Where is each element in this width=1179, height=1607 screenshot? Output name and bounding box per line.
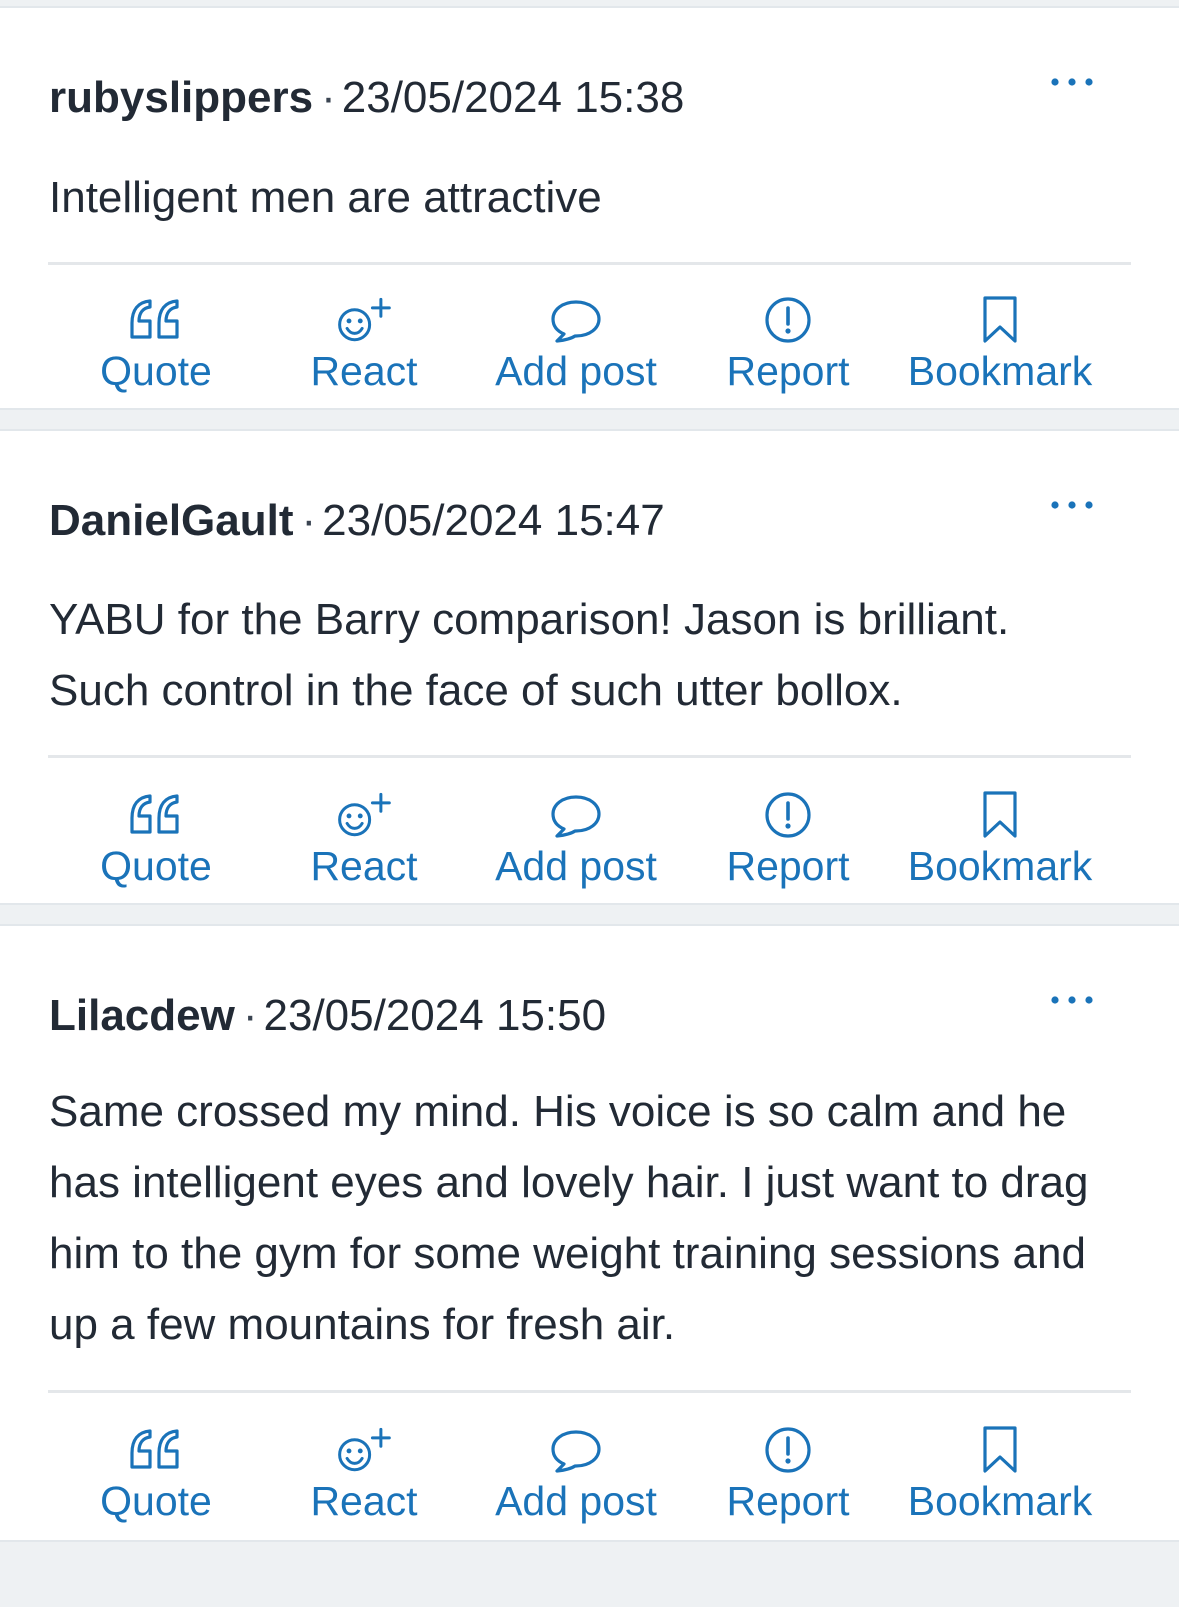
post-card: rubyslippers · 23/05/2024 15:38 Intelligen… <box>0 6 1179 410</box>
post-card: Lilacdew · 23/05/2024 15:50 Same crossed m… <box>0 924 1179 1542</box>
action-label: React <box>310 348 418 394</box>
meta-separator: · <box>321 73 336 122</box>
post-username[interactable]: Lilacdew <box>49 991 235 1040</box>
post-card: DanielGault · 23/05/2024 15:47 YABU for th… <box>0 429 1179 905</box>
post-username[interactable]: DanielGault <box>49 496 294 545</box>
action-label: Report <box>726 843 850 889</box>
meta-separator: · <box>301 496 317 545</box>
post-actions: Quote React Add post Report Bookmark <box>48 1402 1131 1524</box>
quote-button[interactable]: Quote <box>48 767 264 889</box>
add-reaction-icon <box>334 789 394 841</box>
quote-button[interactable]: Quote <box>48 1402 264 1524</box>
report-button[interactable]: Report <box>680 767 896 889</box>
post-body: YABU for the Barry comparison! Jason is … <box>49 595 1010 715</box>
more-options-button[interactable] <box>1047 485 1097 525</box>
action-label: Add post <box>495 1478 657 1524</box>
report-button[interactable]: Report <box>680 272 896 394</box>
action-label: Add post <box>495 348 657 394</box>
action-label: Quote <box>100 843 212 889</box>
action-label: Quote <box>100 1478 212 1524</box>
post-actions: Quote React Add post Report Bookmark <box>48 272 1131 394</box>
bookmark-button[interactable]: Bookmark <box>892 272 1108 394</box>
meta-separator: · <box>242 991 258 1040</box>
action-label: Report <box>726 348 850 394</box>
action-label: Quote <box>100 348 212 394</box>
action-label: React <box>310 843 418 889</box>
add-reaction-icon <box>334 294 394 346</box>
post-actions: Quote React Add post Report Bookmark <box>48 767 1131 889</box>
quote-button[interactable]: Quote <box>48 272 264 394</box>
react-button[interactable]: React <box>256 272 472 394</box>
quote-icon <box>126 789 186 841</box>
report-button[interactable]: Report <box>680 1402 896 1524</box>
more-options-button[interactable] <box>1047 62 1097 102</box>
post-username[interactable]: rubyslippers <box>49 73 313 122</box>
post-divider <box>48 1390 1131 1393</box>
speech-bubble-icon <box>546 789 606 841</box>
more-options-icon <box>1051 501 1093 509</box>
action-label: Bookmark <box>907 1478 1093 1524</box>
post-body: Intelligent men are attractive <box>49 173 602 222</box>
add-reaction-icon <box>334 1424 394 1476</box>
exclamation-circle-icon <box>758 789 818 841</box>
more-options-button[interactable] <box>1047 980 1097 1020</box>
quote-icon <box>126 294 186 346</box>
add-post-button[interactable]: Add post <box>468 272 684 394</box>
post-body: Same crossed my mind. His voice is so ca… <box>49 1087 1089 1349</box>
post-header: rubyslippers · 23/05/2024 15:38 <box>49 66 1099 130</box>
bookmark-icon <box>970 294 1030 346</box>
action-label: Bookmark <box>907 348 1093 394</box>
react-button[interactable]: React <box>256 767 472 889</box>
action-label: Report <box>726 1478 850 1524</box>
more-options-icon <box>1051 78 1093 86</box>
post-timestamp: 23/05/2024 15:50 <box>263 991 607 1040</box>
bookmark-button[interactable]: Bookmark <box>892 1402 1108 1524</box>
add-post-button[interactable]: Add post <box>468 1402 684 1524</box>
exclamation-circle-icon <box>758 294 818 346</box>
post-timestamp: 23/05/2024 15:47 <box>322 496 665 545</box>
speech-bubble-icon <box>546 294 606 346</box>
more-options-icon <box>1051 996 1093 1004</box>
exclamation-circle-icon <box>758 1424 818 1476</box>
bookmark-button[interactable]: Bookmark <box>892 767 1108 889</box>
add-post-button[interactable]: Add post <box>468 767 684 889</box>
post-header: Lilacdew · 23/05/2024 15:50 <box>49 984 1099 1048</box>
action-label: React <box>310 1478 418 1524</box>
post-header: DanielGault · 23/05/2024 15:47 <box>49 489 1099 553</box>
post-divider <box>48 755 1131 758</box>
post-divider <box>48 262 1131 265</box>
action-label: Add post <box>495 843 657 889</box>
bookmark-icon <box>970 789 1030 841</box>
quote-icon <box>126 1424 186 1476</box>
post-timestamp: 23/05/2024 15:38 <box>341 73 685 122</box>
thread-feed: rubyslippers · 23/05/2024 15:38 Intelligen… <box>0 0 1179 1607</box>
bookmark-icon <box>970 1424 1030 1476</box>
speech-bubble-icon <box>546 1424 606 1476</box>
react-button[interactable]: React <box>256 1402 472 1524</box>
action-label: Bookmark <box>907 843 1093 889</box>
